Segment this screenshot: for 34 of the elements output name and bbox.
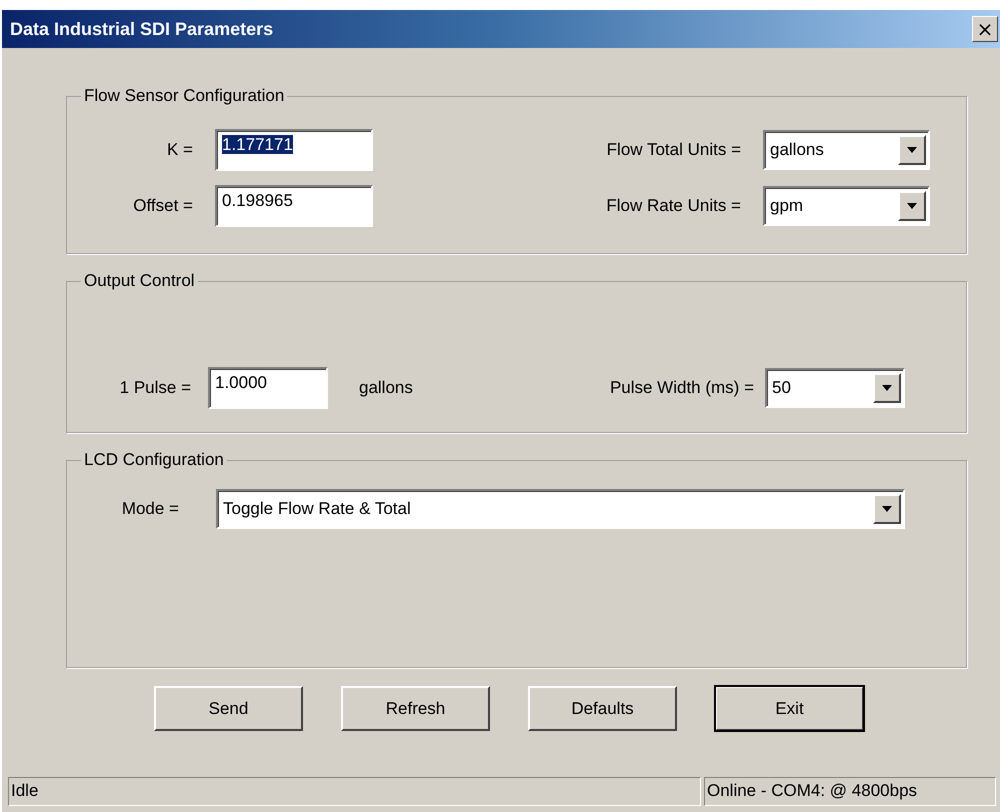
caret-icon bbox=[907, 203, 917, 209]
close-button[interactable]: × bbox=[972, 16, 998, 42]
field-label: 1 Pulse = bbox=[118, 378, 191, 398]
field-label: Offset = bbox=[132, 196, 193, 216]
dropdown-button[interactable] bbox=[898, 135, 926, 165]
field-label: Flow Rate Units = bbox=[605, 196, 741, 216]
dialog-button[interactable]: Refresh bbox=[341, 686, 490, 731]
dropdown-button[interactable] bbox=[898, 191, 926, 221]
field-label: Flow Total Units = bbox=[606, 140, 741, 160]
group-title: Flow Sensor Configuration bbox=[81, 86, 288, 106]
input-field[interactable]: 0.198965 bbox=[215, 185, 373, 227]
dropdown-button[interactable] bbox=[873, 373, 901, 403]
dialog-button[interactable]: Defaults bbox=[528, 686, 677, 731]
unit-label: gallons bbox=[359, 378, 414, 398]
field-label: K = bbox=[166, 140, 193, 160]
field-label: Mode = bbox=[120, 499, 179, 519]
dropdown[interactable]: 50 bbox=[765, 368, 905, 408]
caret-icon bbox=[882, 506, 892, 512]
input-field[interactable]: 1.0000 bbox=[208, 367, 328, 409]
status-text: Online - COM4: @ 4800bps bbox=[704, 777, 996, 806]
field-label: Pulse Width (ms) = bbox=[608, 378, 754, 398]
dropdown[interactable]: gallons bbox=[763, 130, 930, 170]
group-title: LCD Configuration bbox=[81, 450, 227, 470]
input-field[interactable]: 1.177171 bbox=[215, 129, 373, 171]
caret-icon bbox=[882, 385, 892, 391]
dropdown[interactable]: Toggle Flow Rate & Total bbox=[216, 489, 905, 529]
dialog-button[interactable]: Exit bbox=[715, 686, 864, 731]
window-title: Data Industrial SDI Parameters bbox=[10, 18, 274, 40]
caret-icon bbox=[907, 147, 917, 153]
status-text: Idle bbox=[8, 777, 701, 806]
dialog-button[interactable]: Send bbox=[154, 686, 303, 731]
dropdown-button[interactable] bbox=[873, 494, 901, 524]
dropdown[interactable]: gpm bbox=[763, 186, 930, 226]
group-title: Output Control bbox=[81, 271, 198, 291]
